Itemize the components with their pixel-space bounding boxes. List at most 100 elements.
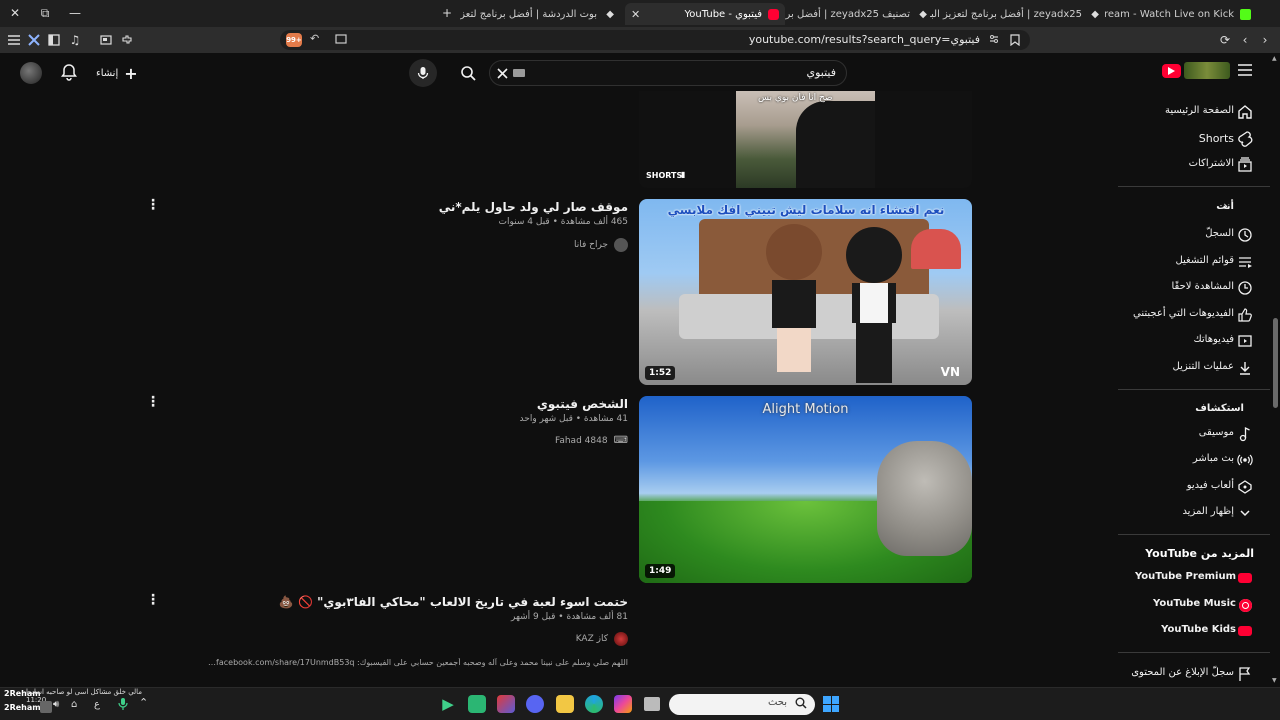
browser-app-icon[interactable] [497,695,515,713]
sidebar-item-downloads[interactable]: عمليات التنزيل [1118,355,1270,381]
clear-search-icon[interactable] [495,66,509,80]
input-language[interactable]: ع [94,699,100,710]
sidebar-item-youtube-kids[interactable]: YouTube Kids [1118,618,1270,644]
music-note-icon[interactable]: ♫ [66,31,84,49]
tray-thumbnail[interactable] [40,701,52,713]
tray-overflow-icon[interactable]: ⌃ [139,696,148,709]
page-scrollbar[interactable]: ▲ ▼ [1271,53,1280,687]
cat-figure [877,441,972,556]
reload-page-icon[interactable]: ↶ [310,32,319,45]
volume-icon[interactable]: 🔊︎ [53,699,59,710]
video-channel[interactable]: ⌨ Fahad 4848 [555,435,628,446]
notifications-bell-icon[interactable] [60,63,78,84]
screenshot-icon[interactable] [97,31,115,49]
more-options-icon[interactable]: ⋮ [146,592,160,608]
tab-title: zeyadx25 | أفضل برنامج لتعزيز البث المبا… [930,8,1082,20]
scroll-up-icon[interactable]: ▲ [1272,55,1277,62]
sidebar-item-music[interactable]: موسيقى [1118,421,1270,447]
back-icon[interactable]: ‹ [1236,31,1254,49]
sidebar-item-shorts[interactable]: Shorts [1118,126,1270,152]
video-title[interactable]: موقف صار لي ولد حاول يلم*ني [439,200,628,214]
menu-icon[interactable] [5,31,23,49]
sidebar-separator [1118,652,1270,653]
video-channel[interactable]: جراح فانا [574,238,628,252]
video-thumbnail[interactable]: Alight Motion 1:49 [639,396,972,583]
voice-search-button[interactable] [409,59,437,87]
sidebar-item-label: YouTube Kids [1161,624,1236,635]
forward-icon[interactable]: › [1256,31,1274,49]
channel-avatar[interactable]: ⌨ [614,435,628,446]
sidebar-item-liked-videos[interactable]: الفيديوهات التي أعجبتني [1118,302,1270,328]
youtube-doodle-logo[interactable] [1184,62,1230,79]
like-icon [1236,306,1254,324]
create-label: إنشاء [96,67,119,79]
sidebar-item-subscriptions[interactable]: الاشتراكات [1118,152,1270,178]
new-tab-icon[interactable]: + [438,4,456,22]
sidebar-item-gaming[interactable]: ألعاب فيديو [1118,474,1270,500]
sidebar-explore-heading: استكشاف [1118,397,1270,423]
close-window-icon[interactable]: ✕ [6,4,24,22]
sidebar-item-live[interactable]: بث مباشر [1118,447,1270,473]
youtube-logo-icon[interactable] [1162,64,1181,78]
sidebar-you-section[interactable]: أنت › [1118,195,1270,221]
shorts-shelf-thumbnail[interactable]: صح انا فان بوي بس SHORTS ▮ [639,91,972,188]
sidebar-item-report-history[interactable]: سجلّ الإبلاغ عن المحتوى [1118,661,1270,687]
minimize-window-icon[interactable]: — [66,4,84,22]
sidebar-item-home[interactable]: الصفحة الرئيسية [1118,99,1270,125]
search-button[interactable] [450,60,486,86]
sidebar-panel-icon[interactable] [45,31,63,49]
site-settings-icon[interactable] [988,33,1000,48]
refresh-icon[interactable]: ⟳ [1216,31,1234,49]
sidebar-item-watch-later[interactable]: المشاهدة لاحقًا [1118,275,1270,301]
scroll-down-icon[interactable]: ▼ [1272,677,1277,684]
extension-badge[interactable]: 99+ [286,33,302,47]
address-bar[interactable]: 99+ ↶ youtube.com/results?search_query=ف… [280,30,1030,50]
windows-start-icon[interactable] [823,696,839,712]
channel-avatar[interactable] [614,632,628,646]
tab-zeyadx25-boost[interactable]: ◆ zeyadx25 | أفضل برنامج لتعزيز البث الم… [930,3,1105,25]
keyboard-icon[interactable] [513,69,525,77]
sidebar-item-your-videos[interactable]: فيديوهاتك [1118,328,1270,354]
taskbar-search-input[interactable]: بحث [669,694,815,715]
copilot-app-icon[interactable] [614,695,632,713]
video-title[interactable]: ختمت اسوء لعبة في تاريخ الالعاب "محاكي ا… [279,595,628,609]
task-view-icon[interactable] [644,697,660,711]
bookmark-icon[interactable] [1006,31,1024,49]
sidebar-item-playlists[interactable]: قوائم التشغيل [1118,249,1270,275]
video-title[interactable]: الشخص فيتبوي [537,397,628,411]
search-placeholder: بحث [767,697,787,708]
sidebar-item-youtube-music[interactable]: YouTube Music [1118,592,1270,618]
edge-app-icon[interactable] [585,695,603,713]
restore-window-icon[interactable]: ⧉ [36,4,54,22]
x-app-icon[interactable] [25,31,43,49]
file-explorer-icon[interactable] [556,695,574,713]
close-tab-icon[interactable]: ✕ [631,8,640,21]
search-input[interactable]: فيتبوي [489,60,847,86]
tab-title: تصنيف zeyadx25 | أفضل برنامج لتعزيز [785,8,910,20]
guide-menu-icon[interactable] [1238,64,1252,79]
account-avatar[interactable] [20,62,42,84]
tab-chatbot[interactable]: ◆ بوت الدردشة | أفضل برنامج لتعزيز البث [460,3,620,25]
scrollbar-thumb[interactable] [1273,318,1278,408]
channel-avatar[interactable] [614,238,628,252]
more-options-icon[interactable]: ⋮ [146,394,160,410]
network-icon[interactable]: ⌂ [71,699,77,710]
tab-zeyadx25-kick[interactable]: zeyadx25 Stream - Watch Live on Kick [1105,3,1257,25]
more-options-icon[interactable]: ⋮ [146,197,160,213]
sidebar-item-history[interactable]: السجلّ [1118,222,1270,248]
green-app-icon[interactable] [468,695,486,713]
mic-tray-icon[interactable] [118,697,128,714]
video-thumbnail[interactable]: نعم اقتشاء انه سلامات ليش تبيني افك ملاب… [639,199,972,385]
tab-ranking[interactable]: ◆ تصنيف zeyadx25 | أفضل برنامج لتعزيز [785,3,933,25]
play-app-icon[interactable]: ▶ [439,695,457,713]
video-channel[interactable]: كاز KAZ [576,632,628,646]
history-icon [1236,226,1254,244]
reader-mode-icon[interactable] [335,33,347,48]
create-button[interactable]: + إنشاء [96,62,138,84]
discord-app-icon[interactable] [526,695,544,713]
tab-youtube-active[interactable]: فيتبوي - YouTube ✕ [625,3,785,25]
extensions-icon[interactable] [118,31,136,49]
sidebar-item-show-more[interactable]: إظهار المزيد [1118,500,1270,526]
sidebar-item-youtube-premium[interactable]: YouTube Premium [1118,565,1270,591]
youtube-page: + إنشاء فيتبوي الصفحة الرئيسية Shorts ال… [0,53,1280,687]
